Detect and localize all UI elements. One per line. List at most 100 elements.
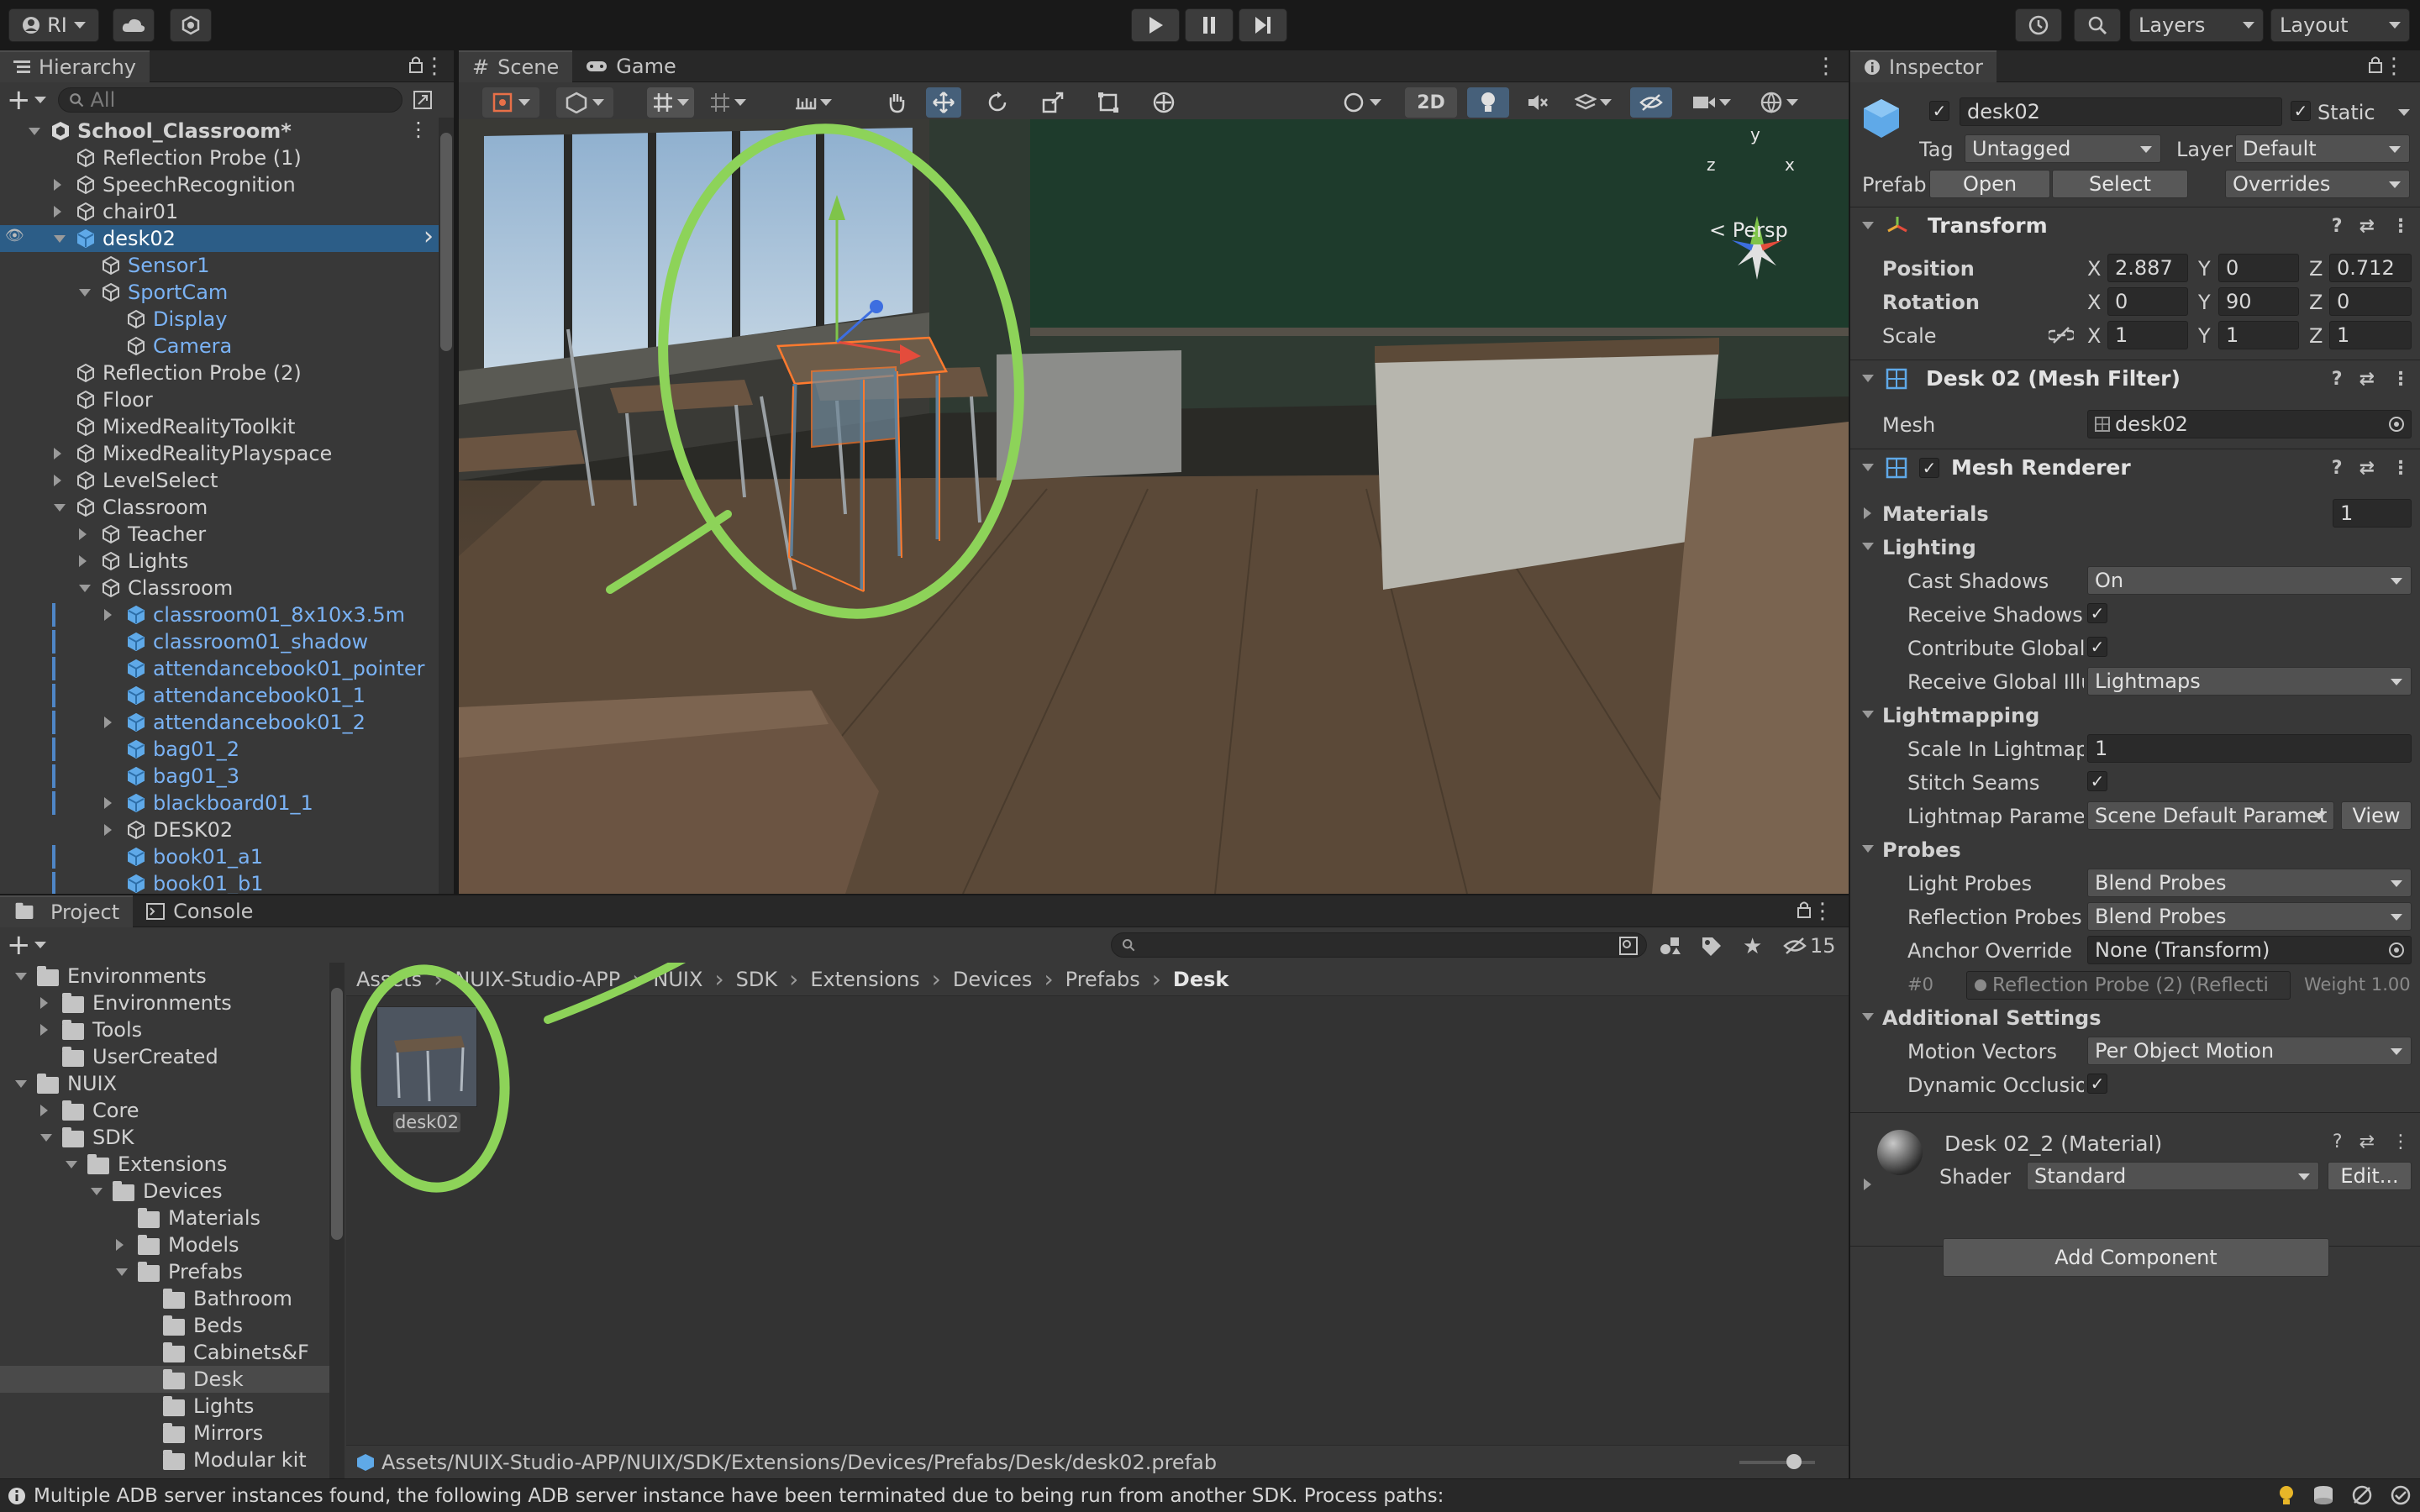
collapse-icon[interactable]: [54, 504, 66, 512]
position-y-field[interactable]: 0: [2218, 254, 2299, 282]
probes-label[interactable]: Probes: [1882, 838, 1961, 862]
hierarchy-item[interactable]: attendancebook01_pointer: [0, 655, 439, 682]
project-folder-item[interactable]: Modular kit: [0, 1446, 329, 1473]
rotation-x-field[interactable]: 0: [2107, 287, 2188, 316]
collapse-icon[interactable]: [1862, 845, 1874, 853]
position-x-field[interactable]: 2.887: [2107, 254, 2188, 282]
lock-icon[interactable]: [2368, 55, 2383, 74]
label-filter-icon[interactable]: [1701, 936, 1723, 958]
shading-dropdown[interactable]: [556, 87, 613, 118]
static-checkbox[interactable]: ✓: [2291, 101, 2311, 121]
collapse-icon[interactable]: [1862, 543, 1874, 550]
hierarchy-item[interactable]: chair01: [0, 198, 439, 225]
stitch-seams-checkbox[interactable]: ✓: [2087, 771, 2107, 791]
expand-icon[interactable]: [40, 1105, 48, 1116]
visibility-icon[interactable]: 👁: [5, 227, 24, 244]
camera-dropdown[interactable]: [1682, 87, 1741, 118]
scene-visibility-icon[interactable]: [413, 90, 433, 110]
breadcrumb-item[interactable]: Prefabs: [1065, 968, 1140, 991]
help-icon[interactable]: ?: [2332, 458, 2343, 479]
additional-settings-label[interactable]: Additional Settings: [1882, 1006, 2102, 1030]
projection-label[interactable]: < Persp: [1709, 218, 1788, 242]
layout-dropdown[interactable]: Layout: [2270, 8, 2410, 42]
project-folder-item[interactable]: SDK: [0, 1124, 329, 1151]
kebab-menu-icon[interactable]: ⋮: [2391, 458, 2410, 479]
kebab-menu-icon[interactable]: ⋮: [2391, 216, 2410, 237]
network-disabled-icon[interactable]: [2351, 1484, 2373, 1506]
hidden-objects-toggle[interactable]: [1630, 87, 1672, 118]
zoom-slider-thumb[interactable]: [1786, 1454, 1802, 1469]
collapse-icon[interactable]: [1862, 1013, 1874, 1021]
expand-icon[interactable]: [1864, 1179, 1871, 1190]
light-probes-dropdown[interactable]: Blend Probes: [2087, 869, 2412, 897]
2d-toggle-button[interactable]: 2D: [1405, 87, 1457, 118]
scale-y-field[interactable]: 1: [2218, 321, 2299, 349]
scale-z-field[interactable]: 1: [2329, 321, 2412, 349]
collapse-icon[interactable]: [29, 128, 40, 135]
mesh-renderer-header[interactable]: ✓ Mesh Renderer ? ⇄ ⋮: [1850, 449, 2420, 486]
pause-button[interactable]: [1185, 8, 1234, 42]
kebab-menu-icon[interactable]: ⋮: [2391, 1131, 2410, 1152]
tab-inspector[interactable]: Inspector: [1850, 50, 1996, 82]
transform-tool-button[interactable]: [1146, 87, 1181, 118]
project-folder-item[interactable]: Cabinets&F: [0, 1339, 329, 1366]
layers-dropdown[interactable]: Layers: [2129, 8, 2264, 42]
scrollbar-thumb[interactable]: [440, 133, 452, 351]
static-dropdown-icon[interactable]: [2398, 109, 2410, 116]
tab-game[interactable]: Game: [572, 50, 689, 82]
prefab-open-button[interactable]: Open: [1929, 170, 2050, 198]
project-tree-scrollbar[interactable]: [329, 963, 345, 1478]
contribute-gi-checkbox[interactable]: ✓: [2087, 637, 2107, 657]
help-icon[interactable]: ?: [2332, 216, 2343, 237]
hierarchy-item[interactable]: Reflection Probe (2): [0, 360, 439, 386]
lightmap-view-button[interactable]: View: [2341, 801, 2412, 830]
hierarchy-item[interactable]: classroom01_shadow: [0, 628, 439, 655]
collapse-icon[interactable]: [40, 1134, 52, 1142]
project-folder-item[interactable]: Materials: [0, 1205, 329, 1231]
lighting-label[interactable]: Lighting: [1882, 536, 1976, 559]
favorite-star-icon[interactable]: ★: [1743, 934, 1762, 959]
rotate-tool-button[interactable]: [980, 87, 1015, 118]
search-by-type-icon[interactable]: [1618, 936, 1639, 956]
rotation-z-field[interactable]: 0: [2329, 287, 2412, 316]
increment-snap-button[interactable]: [702, 87, 753, 118]
mesh-renderer-enabled-checkbox[interactable]: ✓: [1919, 457, 1939, 478]
expand-icon[interactable]: [104, 609, 112, 621]
collapse-icon[interactable]: [54, 235, 66, 243]
lightmapping-label[interactable]: Lightmapping: [1882, 704, 2039, 727]
zoom-slider[interactable]: [1739, 1454, 1815, 1469]
add-component-button[interactable]: Add Component: [1943, 1238, 2329, 1277]
hierarchy-item[interactable]: LevelSelect: [0, 467, 439, 494]
project-folder-item[interactable]: Environments: [0, 963, 329, 990]
project-folder-item[interactable]: Tools: [0, 1016, 329, 1043]
grid-snap-button[interactable]: [647, 87, 694, 118]
kebab-menu-icon[interactable]: ⋮: [424, 54, 445, 79]
expand-icon[interactable]: [104, 824, 112, 836]
hierarchy-item[interactable]: book01_a1: [0, 843, 439, 870]
hierarchy-item[interactable]: Display: [0, 306, 439, 333]
hierarchy-scrollbar[interactable]: [439, 118, 454, 894]
lock-icon[interactable]: [408, 55, 424, 74]
expand-icon[interactable]: [104, 717, 112, 728]
hierarchy-item[interactable]: SportCam: [0, 279, 439, 306]
project-folder-item[interactable]: Core: [0, 1097, 329, 1124]
hierarchy-item[interactable]: Classroom: [0, 575, 439, 601]
collapse-icon[interactable]: [15, 1080, 27, 1088]
project-folder-item[interactable]: Desk: [0, 1366, 329, 1393]
search-button[interactable]: [2074, 8, 2121, 42]
hidden-packages-toggle[interactable]: 15: [1783, 934, 1836, 958]
scene-lighting-dropdown[interactable]: [1333, 87, 1392, 118]
scrollbar-thumb[interactable]: [331, 988, 343, 1240]
hierarchy-item[interactable]: blackboard01_1: [0, 790, 439, 816]
chevron-down-icon[interactable]: [34, 97, 46, 103]
expand-icon[interactable]: [54, 206, 61, 218]
rotation-y-field[interactable]: 90: [2218, 287, 2299, 316]
kebab-menu-icon[interactable]: ⋮: [2383, 54, 2405, 79]
step-button[interactable]: [1239, 8, 1287, 42]
rect-tool-button[interactable]: [1091, 87, 1126, 118]
collapse-icon[interactable]: [116, 1268, 128, 1276]
presets-icon[interactable]: ⇄: [2360, 458, 2375, 479]
hierarchy-item[interactable]: classroom01_8x10x3.5m: [0, 601, 439, 628]
hierarchy-item[interactable]: attendancebook01_1: [0, 682, 439, 709]
mesh-object-field[interactable]: desk02: [2087, 410, 2412, 438]
